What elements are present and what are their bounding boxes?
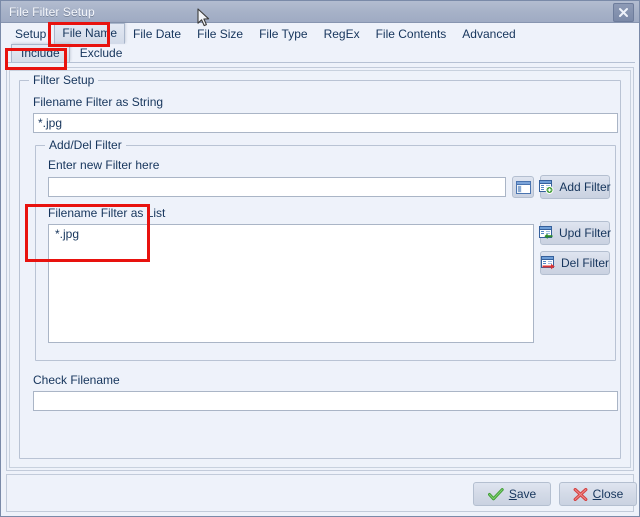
- check-filename-input[interactable]: [33, 391, 618, 411]
- save-rest: ave: [516, 487, 537, 501]
- delete-filter-icon: [541, 256, 556, 270]
- enter-new-filter-label: Enter new Filter here: [48, 158, 160, 172]
- new-filter-input[interactable]: [48, 177, 506, 197]
- window-title: File Filter Setup: [9, 4, 95, 19]
- upd-filter-label: Upd Filter: [559, 226, 612, 240]
- filename-filter-list-label: Filename Filter as List: [48, 206, 166, 220]
- subtab-include[interactable]: Include: [11, 44, 70, 62]
- red-x-icon: [573, 487, 588, 501]
- add-filter-label: Add Filter: [559, 180, 611, 194]
- filter-picker-button[interactable]: [512, 176, 534, 198]
- save-accel: S: [508, 487, 517, 501]
- add-filter-icon: [539, 180, 554, 194]
- check-filename-label: Check Filename: [33, 373, 120, 387]
- filter-setup-group: Filter Setup Filename Filter as String A…: [19, 74, 621, 459]
- add-filter-button[interactable]: Add Filter: [539, 175, 611, 199]
- panel-list-icon: [515, 180, 531, 194]
- close-window-button[interactable]: [613, 3, 634, 22]
- filter-setup-legend: Filter Setup: [29, 74, 99, 86]
- tab-file-size[interactable]: File Size: [189, 24, 251, 44]
- filename-filter-string-input[interactable]: [33, 113, 618, 133]
- close-label: Close: [593, 487, 624, 501]
- tab-content-outer: Filter Setup Filename Filter as String A…: [6, 67, 634, 471]
- del-filter-button[interactable]: Del Filter: [540, 251, 610, 275]
- subtab-exclude[interactable]: Exclude: [70, 44, 133, 62]
- update-filter-icon: [539, 226, 554, 240]
- tab-setup[interactable]: Setup: [7, 24, 54, 44]
- main-tabstrip: Setup File Name File Date File Size File…: [1, 23, 639, 44]
- tab-regex[interactable]: RegEx: [316, 24, 368, 44]
- sub-tabstrip: Include Exclude: [5, 44, 635, 63]
- tab-file-date[interactable]: File Date: [125, 24, 189, 44]
- tab-file-type[interactable]: File Type: [251, 24, 315, 44]
- tab-content-inner: Filter Setup Filename Filter as String A…: [9, 70, 631, 468]
- close-x-icon: [619, 8, 628, 17]
- upd-filter-button[interactable]: Upd Filter: [539, 221, 612, 245]
- del-filter-label: Del Filter: [561, 256, 610, 270]
- file-filter-setup-window: File Filter Setup Setup File Name File D…: [0, 0, 640, 517]
- save-label: Save: [509, 487, 536, 501]
- client-area: Setup File Name File Date File Size File…: [1, 23, 639, 516]
- close-rest: lose: [601, 487, 624, 501]
- tab-advanced[interactable]: Advanced: [454, 24, 523, 44]
- filename-filter-string-label: Filename Filter as String: [33, 95, 164, 109]
- green-check-icon: [487, 487, 504, 501]
- filename-filter-list[interactable]: *.jpg: [48, 224, 534, 343]
- close-button[interactable]: Close: [559, 482, 637, 506]
- footer-bar: Save Close: [6, 474, 637, 512]
- add-del-filter-legend: Add/Del Filter: [45, 139, 126, 151]
- save-button[interactable]: Save: [473, 482, 551, 506]
- list-item[interactable]: *.jpg: [49, 225, 533, 243]
- tab-file-name[interactable]: File Name: [54, 23, 126, 44]
- tab-file-contents[interactable]: File Contents: [368, 24, 455, 44]
- title-bar: File Filter Setup: [1, 1, 639, 23]
- add-del-filter-group: Add/Del Filter Enter new Filter here Add…: [35, 139, 616, 361]
